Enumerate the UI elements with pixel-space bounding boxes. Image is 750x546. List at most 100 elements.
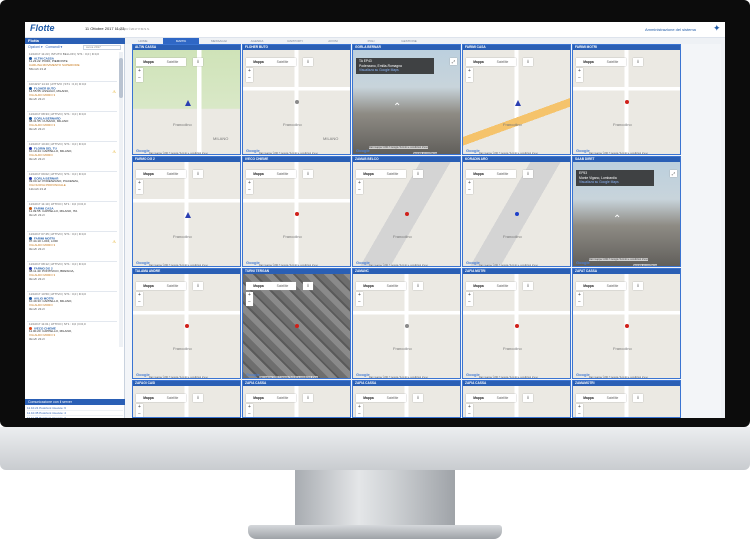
map-cell[interactable]: TURNI TERGAN Mappa Satellite ⭳ + − Google Dati … xyxy=(242,268,351,379)
map-report-link[interactable]: Segnala un problema xyxy=(633,264,657,266)
vehicle-marker-icon[interactable] xyxy=(405,324,409,328)
options-menu[interactable]: Opzioni xyxy=(28,45,40,49)
zoom-out-icon[interactable]: − xyxy=(136,187,143,194)
zoom-in-icon[interactable]: + xyxy=(356,292,363,299)
fullscreen-icon[interactable]: ⤢ xyxy=(450,58,457,65)
vehicle-marker-icon[interactable] xyxy=(295,324,299,328)
vehicle-list-item[interactable]: 11/10/17 08:33 | ATTIVO | ST1 : 0,0 | D:… xyxy=(27,112,117,142)
vehicle-list-item[interactable]: 11/10/17 11:01 | ATTIVO | ST1 : 0,0 | D:… xyxy=(27,322,117,347)
zoom-in-icon[interactable]: + xyxy=(356,404,363,411)
map-view[interactable]: Mappa Satellite ⭳ + − Google Dati mappa ©2017 … xyxy=(243,274,350,378)
zoom-out-icon[interactable]: − xyxy=(466,187,473,194)
vehicle-search-input[interactable]: cerca 2017 xyxy=(83,45,121,50)
download-icon[interactable]: ⭳ xyxy=(633,394,643,402)
zoom-in-icon[interactable]: + xyxy=(136,180,143,187)
map-cell[interactable]: ALTIN CASSA Mappa Satellite ⭳ + − Francolino MI… xyxy=(132,44,241,155)
zoom-control[interactable]: + − xyxy=(136,292,143,306)
download-icon[interactable]: ⭳ xyxy=(193,58,203,66)
streetview-navigate-arrow-icon[interactable]: ⌃ xyxy=(613,214,621,225)
vehicle-list-item[interactable]: 11/10/17 11:10 | ATTIVO | ST1 : 0,0 | D:… xyxy=(27,202,117,232)
map-type-map-button[interactable]: Mappa xyxy=(466,394,491,402)
map-type-map-button[interactable]: Mappa xyxy=(246,282,271,290)
map-type-satellite-button[interactable]: Satellite xyxy=(271,394,294,402)
map-cell[interactable]: ZAFAT CASSA Mappa Satellite ⭳ + − Francolino Go… xyxy=(572,268,681,379)
vehicle-marker-icon[interactable] xyxy=(625,100,629,104)
zoom-out-icon[interactable]: − xyxy=(246,75,253,82)
vehicle-marker-icon[interactable] xyxy=(515,212,519,216)
map-type-map-button[interactable]: Mappa xyxy=(136,282,161,290)
download-icon[interactable]: ⭳ xyxy=(633,282,643,290)
admin-link[interactable]: Amministrazione del sistema xyxy=(645,27,696,32)
zoom-control[interactable]: + − xyxy=(356,180,363,194)
vehicle-marker-icon[interactable] xyxy=(515,324,519,328)
download-icon[interactable]: ⭳ xyxy=(523,170,533,178)
zoom-control[interactable]: + − xyxy=(466,292,473,306)
map-type-satellite-button[interactable]: Satellite xyxy=(381,282,404,290)
vehicle-marker-icon[interactable] xyxy=(405,212,409,216)
vehicle-list-item[interactable]: 10/10/17 14:10 | ATTIVO | ST1 : 0,0 | D:… xyxy=(27,82,117,112)
map-type-satellite-button[interactable]: Satellite xyxy=(601,282,624,290)
download-icon[interactable]: ⭳ xyxy=(523,282,533,290)
download-icon[interactable]: ⭳ xyxy=(193,394,203,402)
map-cell[interactable]: FARMO DG 2 Mappa Satellite ⭳ + − Francolino Goo… xyxy=(132,156,241,267)
map-view[interactable]: Mappa Satellite ⭳ + − Francolino Google Dati ma… xyxy=(463,50,570,154)
zoom-in-icon[interactable]: + xyxy=(136,404,143,411)
map-view[interactable]: MappaSatellite⭳+−Francolino xyxy=(463,386,570,417)
vehicle-marker-icon[interactable] xyxy=(295,100,299,104)
map-view[interactable]: Mappa Satellite ⭳ + − Francolino Google Dati ma… xyxy=(243,162,350,266)
vehicle-list-item[interactable]: 11/10/17 09:02 | ATTIVO | ST1 : 0,0 | D:… xyxy=(27,172,117,202)
zoom-in-icon[interactable]: + xyxy=(356,180,363,187)
download-icon[interactable]: ⭳ xyxy=(303,282,313,290)
map-type-satellite-button[interactable]: Satellite xyxy=(601,394,624,402)
map-type-map-button[interactable]: Mappa xyxy=(466,58,491,66)
download-icon[interactable]: ⭳ xyxy=(633,58,643,66)
map-type-satellite-button[interactable]: Satellite xyxy=(491,394,514,402)
vehicle-list-item[interactable]: 11/10/17 10:50 | ATTIVO | ST1 : 0,0 | D:… xyxy=(27,292,117,322)
commands-menu[interactable]: Comandi xyxy=(46,45,60,49)
zoom-out-icon[interactable]: − xyxy=(576,299,583,306)
zoom-in-icon[interactable]: + xyxy=(246,404,253,411)
map-view[interactable]: Mappa Satellite ⭳ + − Francolino Google Dati ma… xyxy=(463,274,570,378)
map-view[interactable]: TA EP43 Podenzano, Emilia-Romagna Visualiz… xyxy=(353,50,460,154)
map-cell[interactable]: GORLA BERNAR TA EP43 Podenzano, Emilia-Rom… xyxy=(352,44,461,155)
zoom-in-icon[interactable]: + xyxy=(466,68,473,75)
map-view[interactable]: Mappa Satellite ⭳ + − Francolino MILANO Google D… xyxy=(243,50,350,154)
map-type-satellite-button[interactable]: Satellite xyxy=(271,170,294,178)
map-type-map-button[interactable]: Mappa xyxy=(356,282,381,290)
map-view[interactable]: Mappa Satellite ⭳ + − Francolino Google Dati ma… xyxy=(573,50,680,154)
zoom-out-icon[interactable]: − xyxy=(246,187,253,194)
zoom-out-icon[interactable]: − xyxy=(466,299,473,306)
download-icon[interactable]: ⭳ xyxy=(413,170,423,178)
zoom-in-icon[interactable]: + xyxy=(136,68,143,75)
download-icon[interactable]: ⭳ xyxy=(303,58,313,66)
zoom-in-icon[interactable]: + xyxy=(466,292,473,299)
map-cell[interactable]: ZAFIA CASSAMappaSatellite⭳+−Francolino xyxy=(462,380,571,418)
map-view[interactable]: Mappa Satellite ⭳ + − Francolino Google Dati ma… xyxy=(463,162,570,266)
map-view[interactable]: Mappa Satellite ⭳ + − Francolino Google Dati ma… xyxy=(133,162,240,266)
map-type-map-button[interactable]: Mappa xyxy=(136,58,161,66)
zoom-out-icon[interactable]: − xyxy=(576,75,583,82)
map-cell[interactable]: SAAB DIRET EP53 Monte Vigano, Lombardia Vis… xyxy=(572,156,681,267)
vehicle-marker-icon[interactable] xyxy=(295,212,299,216)
map-type-map-button[interactable]: Mappa xyxy=(576,394,601,402)
zoom-out-icon[interactable]: − xyxy=(356,187,363,194)
map-type-satellite-button[interactable]: Satellite xyxy=(161,394,184,402)
map-cell[interactable]: FARIMI CASA Mappa Satellite ⭳ + − Francolino Go… xyxy=(462,44,571,155)
zoom-control[interactable]: + − xyxy=(246,180,253,194)
vehicle-arrow-icon[interactable] xyxy=(515,100,521,106)
download-icon[interactable]: ⭳ xyxy=(193,282,203,290)
sidebar-options[interactable]: Opzioni ▾ Comandi ▾ xyxy=(28,45,62,49)
map-grid-scrollbar[interactable] xyxy=(721,44,725,418)
download-icon[interactable]: ⭳ xyxy=(303,170,313,178)
zoom-out-icon[interactable]: − xyxy=(136,75,143,82)
zoom-in-icon[interactable]: + xyxy=(246,68,253,75)
map-type-satellite-button[interactable]: Satellite xyxy=(491,58,514,66)
map-view[interactable]: Mappa Satellite ⭳ + − Francolino Google Dati ma… xyxy=(353,162,460,266)
zoom-control[interactable]: + − xyxy=(136,68,143,82)
scrollbar-thumb[interactable] xyxy=(119,58,123,98)
vehicle-list-item[interactable]: 11/10/17 07:45 | ATTIVO | ST1 : 0,0 | D:… xyxy=(27,232,117,262)
zoom-control[interactable]: + − xyxy=(356,292,363,306)
map-cell[interactable]: ZAFIA MOTRI Mappa Satellite ⭳ + − Francolino Go… xyxy=(462,268,571,379)
map-cell[interactable]: ZAMANC Mappa Satellite ⭳ + − Francolino Google D… xyxy=(352,268,461,379)
map-view[interactable]: Mappa Satellite ⭳ + − Francolino MILANO Google D… xyxy=(133,50,240,154)
